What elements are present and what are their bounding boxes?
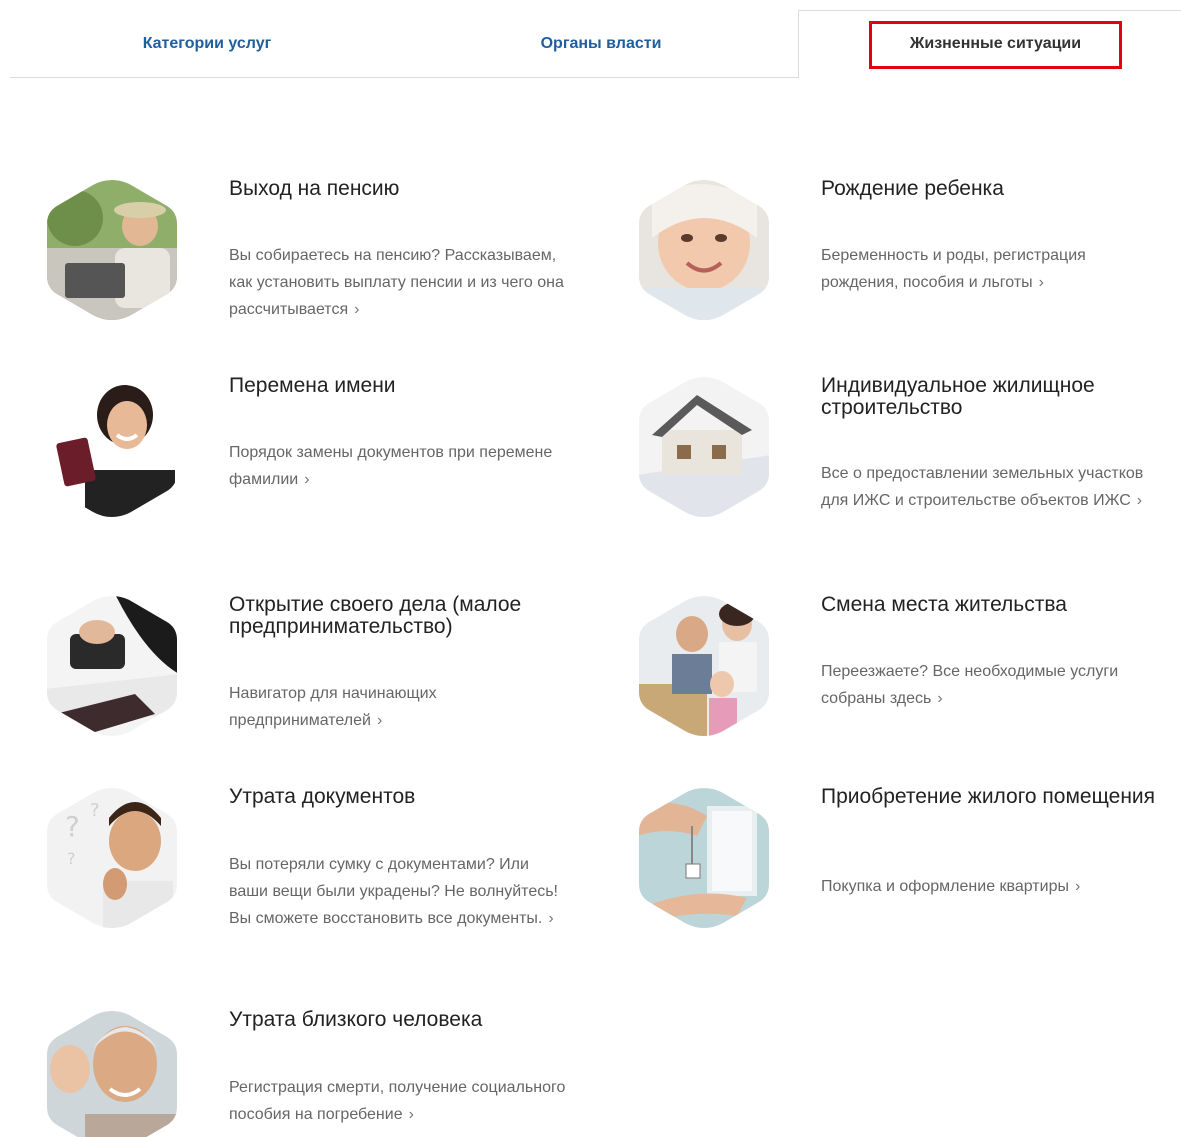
chevron-right-icon: › <box>1074 878 1081 895</box>
situation-description[interactable]: Вы потеряли сумку с документами? Или ваш… <box>229 851 569 932</box>
situation-title[interactable]: Выход на пенсию <box>229 178 569 200</box>
chevron-right-icon: › <box>937 690 943 707</box>
situation-description[interactable]: Переезжаете? Все необходимые услуги собр… <box>821 658 1161 712</box>
description-text: Навигатор для начинающих предпринимателе… <box>229 685 437 729</box>
chevron-right-icon: › <box>548 910 554 927</box>
description-text: Вы собираетесь на пенсию? Рассказываем, … <box>229 247 564 318</box>
situation-description[interactable]: Покупка и оформление квартиры › <box>821 873 1161 900</box>
thinking-man-photo: ? ? ? <box>45 786 179 930</box>
description-text: Вы потеряли сумку с документами? Или ваш… <box>229 856 558 927</box>
situation-title[interactable]: Перемена имени <box>229 375 569 397</box>
description-text: Беременность и роды, регистрация рождени… <box>821 247 1086 291</box>
situation-title[interactable]: Индивидуальное жилищное строительство <box>821 375 1161 419</box>
description-text: Покупка и оформление квартиры <box>821 878 1069 895</box>
chevron-right-icon: › <box>1038 274 1044 291</box>
keys-photo <box>637 786 771 930</box>
svg-text:?: ? <box>90 800 100 821</box>
svg-text:?: ? <box>65 810 80 843</box>
description-text: Регистрация смерти, получение социальног… <box>229 1079 566 1123</box>
chevron-right-icon: › <box>354 301 360 318</box>
situation-title[interactable]: Приобретение жилого помещения <box>821 786 1161 808</box>
pension-photo <box>45 178 179 322</box>
situation-title[interactable]: Рождение ребенка <box>821 178 1161 200</box>
situation-description[interactable]: Вы собираетесь на пенсию? Рассказываем, … <box>229 242 569 323</box>
tab-bar: Категории услуг Органы власти Жизненные … <box>0 0 1181 80</box>
situation-description[interactable]: Порядок замены документов при перемене ф… <box>229 439 569 493</box>
elderly-man-photo <box>45 1009 179 1137</box>
situation-title[interactable]: Утрата документов <box>229 786 569 808</box>
house-model-photo <box>637 375 771 519</box>
description-text: Порядок замены документов при перемене ф… <box>229 444 553 488</box>
chevron-right-icon: › <box>304 471 310 488</box>
chevron-right-icon: › <box>1136 492 1143 509</box>
family-moving-photo <box>637 594 771 738</box>
description-text: Все о предоставлении земельных участков … <box>821 465 1144 509</box>
baby-photo <box>637 178 771 322</box>
situation-title[interactable]: Утрата близкого человека <box>229 1009 569 1031</box>
stamp-photo <box>45 594 179 738</box>
situation-description[interactable]: Беременность и роды, регистрация рождени… <box>821 242 1161 296</box>
name-change-photo <box>45 375 179 519</box>
situation-description[interactable]: Навигатор для начинающих предпринимателе… <box>229 680 569 734</box>
tab-authorities[interactable]: Органы власти <box>404 10 798 78</box>
situation-title[interactable]: Открытие своего дела (малое предпринимат… <box>229 594 569 638</box>
chevron-right-icon: › <box>376 712 383 729</box>
chevron-right-icon: › <box>408 1106 414 1123</box>
tab-service-categories[interactable]: Категории услуг <box>10 10 404 78</box>
situation-description[interactable]: Все о предоставлении земельных участков … <box>821 460 1161 514</box>
situation-description[interactable]: Регистрация смерти, получение социальног… <box>229 1074 569 1128</box>
description-text: Переезжаете? Все необходимые услуги собр… <box>821 663 1119 707</box>
svg-text:?: ? <box>67 849 76 868</box>
situation-title[interactable]: Смена места жительства <box>821 594 1161 616</box>
tab-life-situations[interactable]: Жизненные ситуации <box>798 10 1181 78</box>
